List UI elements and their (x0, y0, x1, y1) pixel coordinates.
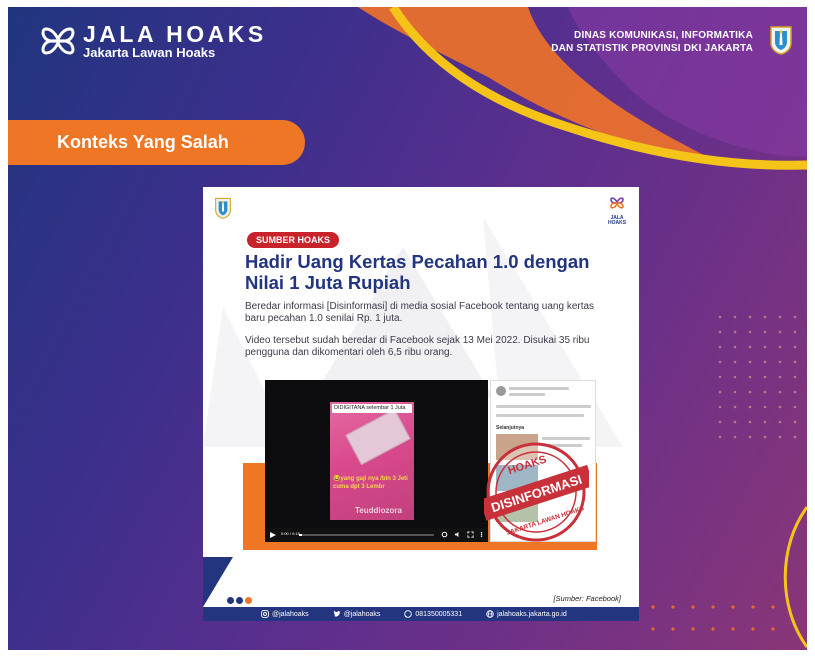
whatsapp-icon (404, 610, 413, 618)
footer-twitter: @jalahoaks (333, 610, 381, 618)
twitter-handle: @jalahoaks (343, 610, 381, 618)
navy-dot (227, 597, 234, 604)
video-controls: 0:00 / 0:15 (265, 528, 488, 542)
jala-hoaks-logo: JALA HOAKS Jakarta Lawan Hoaks (38, 21, 267, 61)
volume-icon (454, 531, 459, 538)
hoax-card: JALA HOAKS SUMBER HOAKS Hadir Uang Kerta… (203, 187, 639, 621)
instagram-icon (261, 610, 269, 618)
source-badge: SUMBER HOAKS (247, 232, 340, 248)
placeholder-line (496, 405, 591, 408)
footer-whatsapp: 081350005331 (404, 610, 462, 618)
card-title: Hadir Uang Kertas Pecahan 1.0 dengan Nil… (245, 251, 590, 293)
dki-jakarta-crest-icon (215, 197, 231, 219)
card-logo-label: JALA HOAKS (607, 215, 627, 226)
video-caption-bottom: 😂yang gaji nya /bln 3 Jeti cuma dpt 3 Le… (333, 476, 408, 490)
orange-dot (245, 597, 252, 604)
footer-instagram: @jalahoaks (261, 610, 309, 618)
settings-icon (441, 531, 448, 538)
card-footer: @jalahoaks @jalahoaks 081350005331 jalah… (203, 607, 639, 621)
whatsapp-number: 081350005331 (415, 610, 463, 618)
dot-grid-right (718, 315, 797, 439)
globe-icon (486, 610, 494, 618)
card-paragraph-2: Video tersebut sudah beredar di Facebook… (245, 335, 590, 358)
brand-subtitle: Jakarta Lawan Hoaks (83, 45, 216, 60)
card-paragraph-1: Beredar informasi [Disinformasi] di medi… (245, 301, 595, 324)
card-jala-hoaks-logo: JALA HOAKS (606, 195, 628, 226)
footer-website: jalahoaks.jakarta.go.id (486, 610, 567, 618)
dki-jakarta-crest-icon (770, 26, 792, 55)
twitter-icon (333, 610, 341, 617)
category-label: Konteks Yang Salah (8, 120, 305, 165)
brand-dots (227, 597, 254, 604)
website-url: jalahoaks.jakarta.go.id (497, 610, 567, 618)
brand-title: JALA HOAKS (83, 21, 267, 47)
jala-hoaks-logo-icon (610, 197, 624, 209)
instagram-handle: @jalahoaks (272, 610, 309, 618)
video-watermark: Teuddiozora (355, 506, 402, 515)
agency-line-2: DAN STATISTIK PROVINSI DKI JAKARTA (551, 43, 753, 54)
agency-name: DINAS KOMUNIKASI, INFORMATIKA DAN STATIS… (551, 29, 753, 55)
fullscreen-icon (467, 531, 474, 538)
placeholder-line (496, 414, 584, 417)
placeholder-line (509, 387, 569, 390)
video-time: 0:00 / 0:15 (281, 531, 300, 536)
yellow-arc-right (783, 506, 807, 648)
placeholder-line (509, 393, 545, 396)
disinformasi-stamp: HOAKS DISINFORMASI JAKARTA LAWAN HOAKS (484, 442, 589, 542)
next-videos-label: Selanjutnya (496, 425, 525, 431)
dot-row-bottom (651, 605, 775, 631)
agency-line-1: DINAS KOMUNIKASI, INFORMATIKA (574, 30, 753, 41)
video-caption-top: DIDIGITANA selembar 1 Juta (332, 404, 412, 413)
play-icon (270, 532, 276, 538)
navy-dot (236, 597, 243, 604)
video-progress-track (299, 534, 434, 536)
avatar (496, 386, 506, 396)
video-progress-fill (299, 534, 302, 536)
infographic-slide: JALA HOAKS Jakarta Lawan Hoaks DINAS KOM… (8, 7, 807, 650)
jala-hoaks-logo-icon (41, 27, 75, 55)
source-note: [Sumber: Facebook] (553, 594, 621, 603)
video-screenshot: DIDIGITANA selembar 1 Juta 😂yang gaji ny… (265, 380, 488, 542)
